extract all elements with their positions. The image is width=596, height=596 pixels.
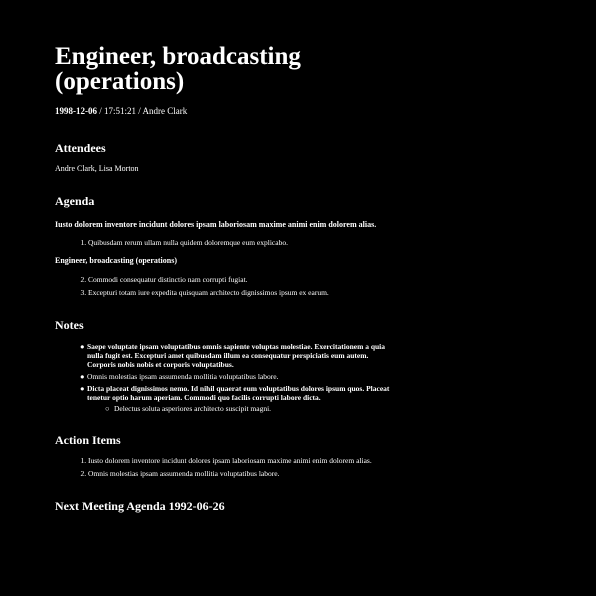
agenda-intro: Iusto dolorem inventore incidunt dolores…	[55, 220, 377, 229]
list-item: ● Saepe voluptate ipsam voluptatibus omni…	[80, 342, 395, 369]
list-item: Quibusdam rerum ullam nulla quidem dolor…	[88, 238, 395, 248]
meta-separator: /	[97, 106, 105, 116]
list-item: Omnis molestias ipsam assumenda mollitia…	[88, 469, 395, 479]
next-meeting-label: Next Meeting Agenda	[55, 499, 166, 513]
circle-bullet-icon: ○	[105, 404, 110, 413]
next-meeting-date: 1992-06-26	[168, 499, 225, 513]
list-item: ● Dicta placeat dignissimos nemo. Id nihi…	[80, 384, 395, 413]
bullet-icon: ●	[80, 342, 85, 351]
meta-line: 1998-12-06 / 17:51:21 / Andre Clark	[55, 106, 395, 117]
document-page: Engineer, broadcasting (operations) 1998…	[0, 0, 596, 596]
note-text: Omnis molestias ipsam assumenda mollitia…	[87, 372, 279, 381]
action-items-heading: Action Items	[55, 433, 121, 447]
meeting-minutes: Engineer, broadcasting (operations) 1998…	[55, 44, 395, 513]
page-title: Engineer, broadcasting (operations)	[55, 43, 301, 95]
attendees-heading: Attendees	[55, 141, 106, 155]
notes-list: ● Saepe voluptate ipsam voluptatibus omni…	[55, 342, 395, 413]
list-item: ● Omnis molestias ipsam assumenda molliti…	[80, 372, 395, 381]
bullet-icon: ●	[80, 372, 85, 381]
bullet-icon: ●	[80, 384, 85, 393]
action-items-list: Iusto dolorem inventore incidunt dolores…	[55, 456, 395, 479]
note-subitem-text: Delectus soluta asperiores architecto su…	[114, 404, 272, 413]
notes-heading: Notes	[55, 318, 84, 332]
note-text: Saepe voluptate ipsam voluptatibus omnis…	[87, 342, 386, 369]
agenda-heading: Agenda	[55, 194, 95, 208]
list-item: Commodi consequatur distinctio nam corru…	[88, 275, 395, 285]
next-meeting-heading: Next Meeting Agenda 1992-06-26	[55, 499, 395, 513]
meeting-time: 17:51:21	[104, 106, 137, 116]
meeting-date: 1998-12-06	[55, 106, 97, 116]
list-item: Excepturi totam iure expedita quisquam a…	[88, 288, 395, 298]
note-text: Dicta placeat dignissimos nemo. Id nihil…	[87, 384, 390, 402]
list-item: Iusto dolorem inventore incidunt dolores…	[88, 456, 395, 466]
list-item: ○ Delectus soluta asperiores architecto s…	[105, 404, 395, 413]
agenda-list-2: Commodi consequatur distinctio nam corru…	[55, 275, 395, 298]
attendees-list: Andre Clark, Lisa Morton	[55, 164, 139, 173]
agenda-subheading: Engineer, broadcasting (operations)	[55, 256, 178, 265]
notes-sublist: ○ Delectus soluta asperiores architecto s…	[87, 404, 395, 413]
agenda-list-1: Quibusdam rerum ullam nulla quidem dolor…	[55, 238, 395, 248]
meeting-author: Andre Clark	[142, 106, 188, 116]
